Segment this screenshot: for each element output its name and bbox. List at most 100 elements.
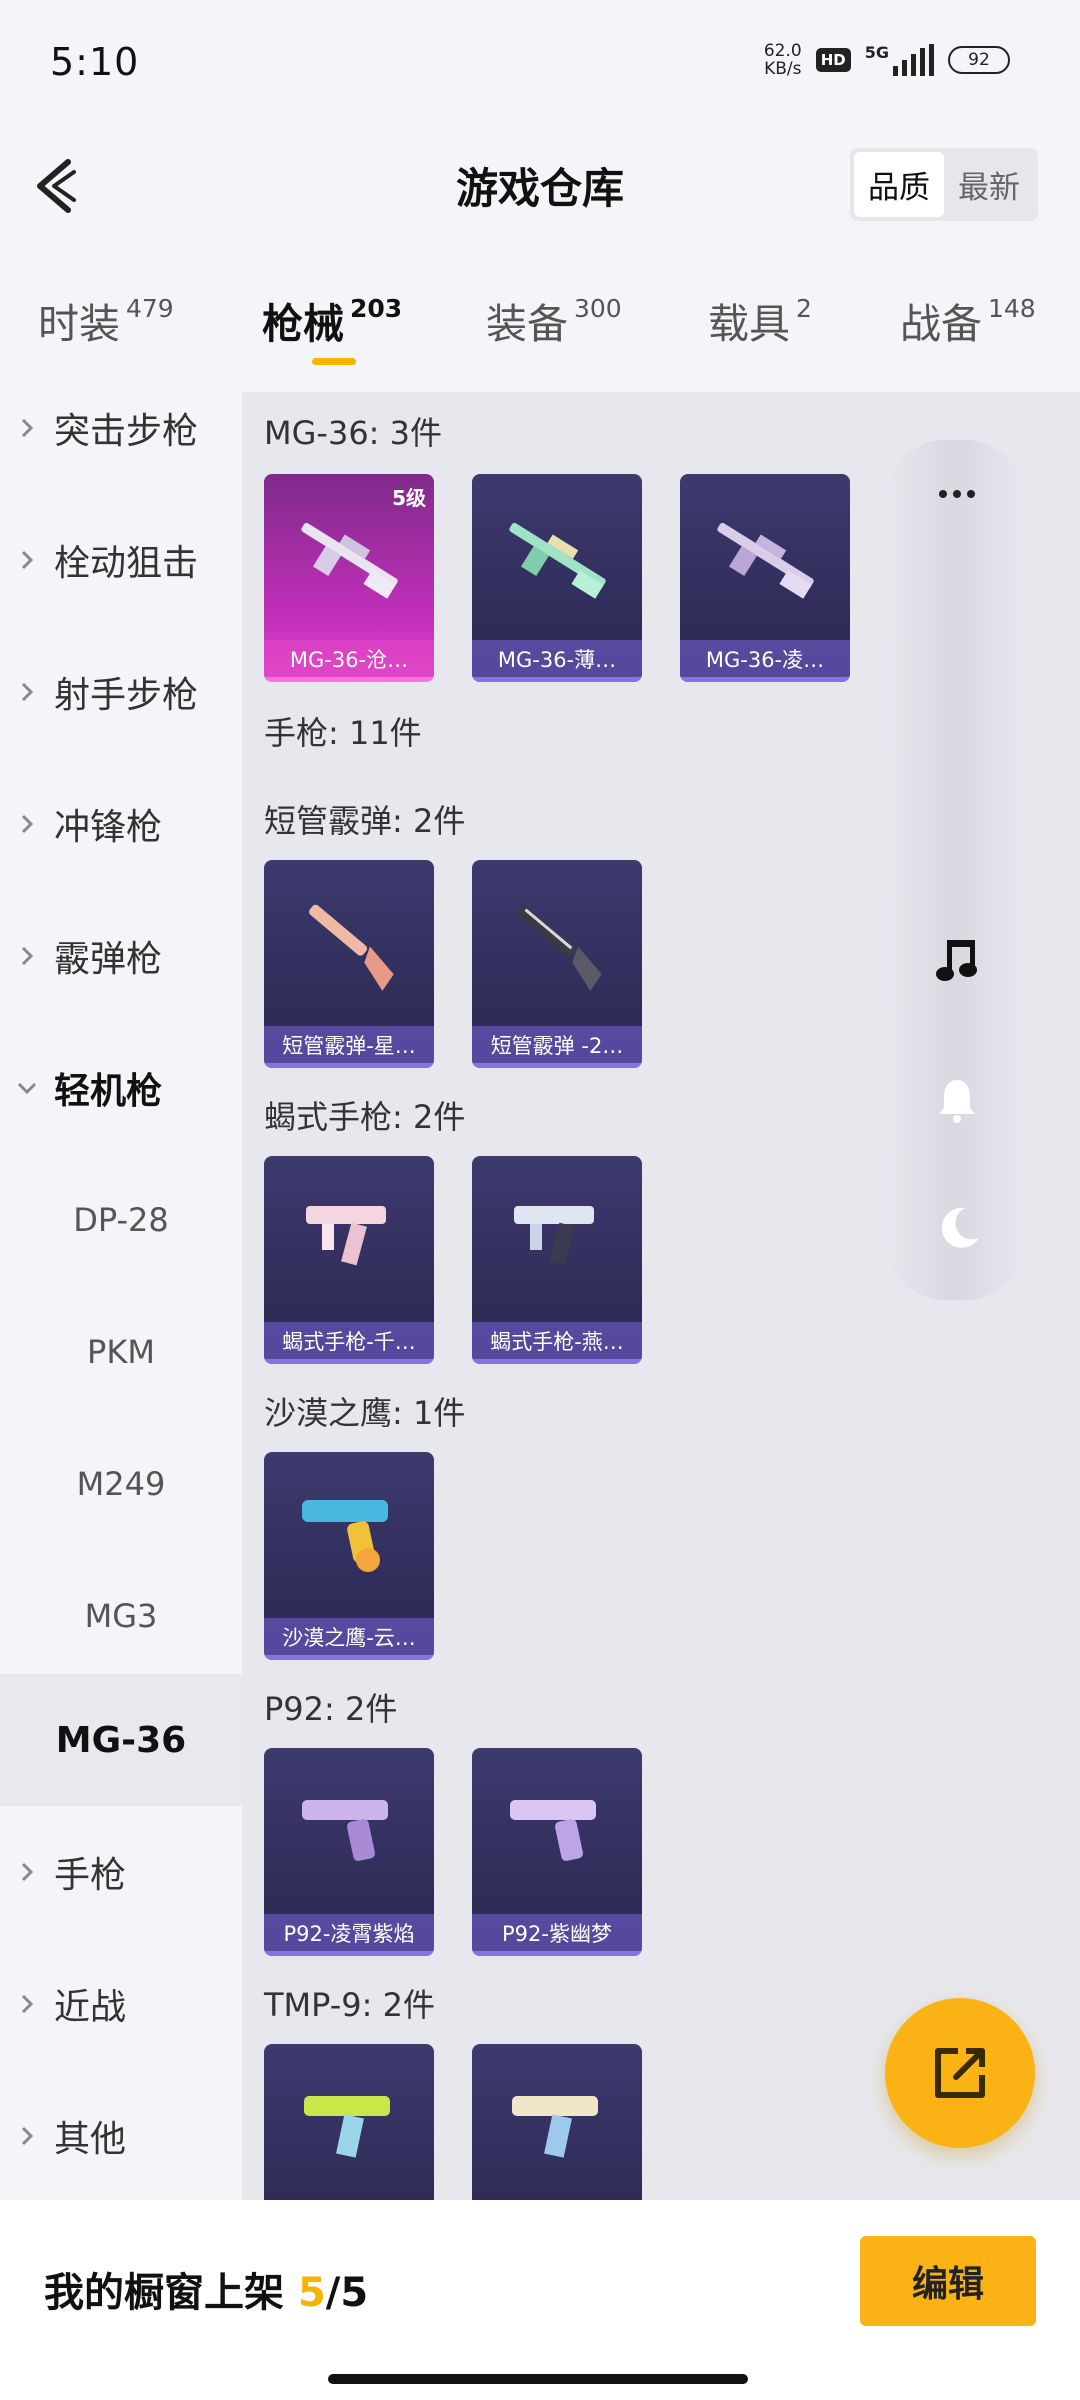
weapon-card[interactable]: MG-36-薄… (472, 474, 642, 682)
sidebar-item-pistol[interactable]: 手枪 (0, 1806, 242, 1938)
showcase-label: 我的橱窗上架 (44, 2270, 284, 2316)
sidebar-subitem-dp28[interactable]: DP-28 (0, 1154, 242, 1286)
tab-count: 148 (988, 294, 1036, 323)
tab-label: 载具 (708, 300, 790, 348)
weapon-card[interactable] (472, 2044, 642, 2200)
showcase-total: 5 (340, 2270, 369, 2316)
weapon-card[interactable]: 蝎式手枪-千… (264, 1156, 434, 1364)
group-title-mg36: MG-36: 3件 (264, 414, 442, 452)
network-type: 5G (864, 43, 889, 62)
pistol-icon (510, 1800, 596, 1861)
smg-icon (512, 2096, 598, 2158)
weapon-card[interactable]: P92-紫幽梦 (472, 1748, 642, 1956)
weapon-name: MG-36-凌… (680, 640, 850, 682)
active-tab-indicator (312, 358, 356, 365)
showcase-status: 我的橱窗上架 5/5 (44, 2260, 368, 2318)
tab-supplies[interactable]: 战备 148 (900, 290, 1036, 350)
battery-level: 92 (968, 50, 990, 70)
status-time: 5:10 (50, 40, 140, 84)
home-indicator[interactable] (328, 2374, 748, 2384)
battery-icon: 92 (948, 46, 1010, 74)
share-icon (935, 2048, 985, 2098)
group-title-scorpion: 蝎式手枪: 2件 (264, 1098, 466, 1136)
sort-toggle: 品质 最新 (850, 148, 1038, 221)
weapon-card[interactable]: MG-36-凌… (680, 474, 850, 682)
sidebar-item-smg[interactable]: 冲锋枪 (0, 758, 242, 890)
weapon-name: P92-凌霄紫焰 (264, 1914, 434, 1956)
tab-equipment[interactable]: 装备 300 (486, 290, 622, 350)
sidebar-item-label: 突击步枪 (54, 411, 199, 452)
chevron-right-icon (21, 1994, 34, 2014)
weapon-card[interactable]: 5级 MG-36-沧… (264, 474, 434, 682)
sidebar-subitem-mg36[interactable]: MG-36 (0, 1674, 242, 1806)
smg-icon (306, 1206, 386, 1266)
rifle-icon (301, 522, 398, 599)
smg-icon (514, 1206, 594, 1266)
sort-option-latest[interactable]: 最新 (944, 152, 1034, 217)
network-speed: 62.0 KB/s (764, 42, 802, 78)
sidebar-item-lmg[interactable]: 轻机枪 (0, 1022, 242, 1154)
weapon-card[interactable]: 蝎式手枪-燕… (472, 1156, 642, 1364)
edit-button[interactable]: 编辑 (860, 2236, 1036, 2326)
signal-icon: 5G (864, 43, 934, 76)
weapon-name: 蝎式手枪-千… (264, 1322, 434, 1364)
music-icon[interactable] (935, 936, 979, 981)
sidebar-item-label: 栓动狙击 (54, 543, 199, 584)
shotgun-icon (308, 904, 394, 991)
smg-icon (304, 2096, 390, 2158)
showcase-separator: / (325, 2270, 341, 2316)
moon-icon[interactable] (935, 1204, 979, 1248)
sidebar-item-assault-rifle[interactable]: 突击步枪 (0, 362, 242, 494)
sidebar-item-marksman-rifle[interactable]: 射手步枪 (0, 626, 242, 758)
chevron-right-icon (21, 418, 34, 438)
status-bar: 5:10 62.0 KB/s HD 5G 92 (0, 0, 1080, 130)
sidebar-item-label: 近战 (54, 1987, 127, 2028)
more-icon[interactable] (935, 472, 979, 516)
showcase-current: 5 (297, 2270, 326, 2316)
tab-label: 枪械 (262, 300, 344, 348)
pistol-icon (302, 1500, 388, 1572)
tab-vehicles[interactable]: 载具 2 (708, 290, 812, 350)
sidebar-item-label: 手枪 (54, 1855, 127, 1896)
sidebar-item-label: 霰弹枪 (54, 939, 163, 980)
sidebar-subitem-m249[interactable]: M249 (0, 1418, 242, 1550)
weapon-card[interactable]: P92-凌霄紫焰 (264, 1748, 434, 1956)
header: 游戏仓库 品质 最新 (0, 130, 1080, 240)
sidebar-item-melee[interactable]: 近战 (0, 1938, 242, 2070)
sidebar-item-other[interactable]: 其他 (0, 2070, 242, 2202)
sidebar-subitem-pkm[interactable]: PKM (0, 1286, 242, 1418)
bell-icon[interactable] (935, 1076, 979, 1123)
weapon-card[interactable]: 沙漠之鹰-云… (264, 1452, 434, 1660)
rifle-icon (509, 522, 606, 599)
weapon-name: MG-36-沧… (264, 640, 434, 682)
weapon-name: P92-紫幽梦 (472, 1914, 642, 1956)
sidebar-item-shotgun[interactable]: 霰弹枪 (0, 890, 242, 1022)
weapon-name: 蝎式手枪-燕… (472, 1322, 642, 1364)
tab-count: 300 (574, 294, 622, 323)
weapon-card[interactable] (264, 2044, 434, 2200)
sidebar-item-label: 轻机枪 (54, 1071, 163, 1112)
weapon-card[interactable]: 短管霰弹-星… (264, 860, 434, 1068)
weapon-name: 短管霰弹 -2… (472, 1026, 642, 1068)
network-speed-value: 62.0 (763, 41, 802, 61)
share-button[interactable] (885, 1998, 1035, 2148)
level-badge: 5级 (392, 486, 426, 510)
chevron-right-icon (21, 814, 34, 834)
tab-label: 战备 (900, 300, 982, 348)
weapon-card[interactable]: 短管霰弹 -2… (472, 860, 642, 1068)
tab-label: 时装 (38, 300, 120, 348)
group-title-desert-eagle: 沙漠之鹰: 1件 (264, 1394, 466, 1432)
chevron-right-icon (21, 946, 34, 966)
tab-fashion[interactable]: 时装 479 (38, 290, 174, 350)
sidebar-subitem-mg3[interactable]: MG3 (0, 1550, 242, 1682)
group-title-p92: P92: 2件 (264, 1690, 398, 1728)
sidebar-item-label: 射手步枪 (54, 675, 199, 716)
tab-guns[interactable]: 枪械 203 (262, 290, 402, 350)
tab-count: 479 (126, 294, 174, 323)
sidebar-item-bolt-sniper[interactable]: 栓动狙击 (0, 494, 242, 626)
pistol-icon (302, 1800, 388, 1861)
weapon-name: MG-36-薄… (472, 640, 642, 682)
weapon-name: 短管霰弹-星… (264, 1026, 434, 1068)
sort-option-quality[interactable]: 品质 (854, 152, 944, 217)
showcase-bar: 我的橱窗上架 5/5 编辑 (0, 2200, 1080, 2400)
